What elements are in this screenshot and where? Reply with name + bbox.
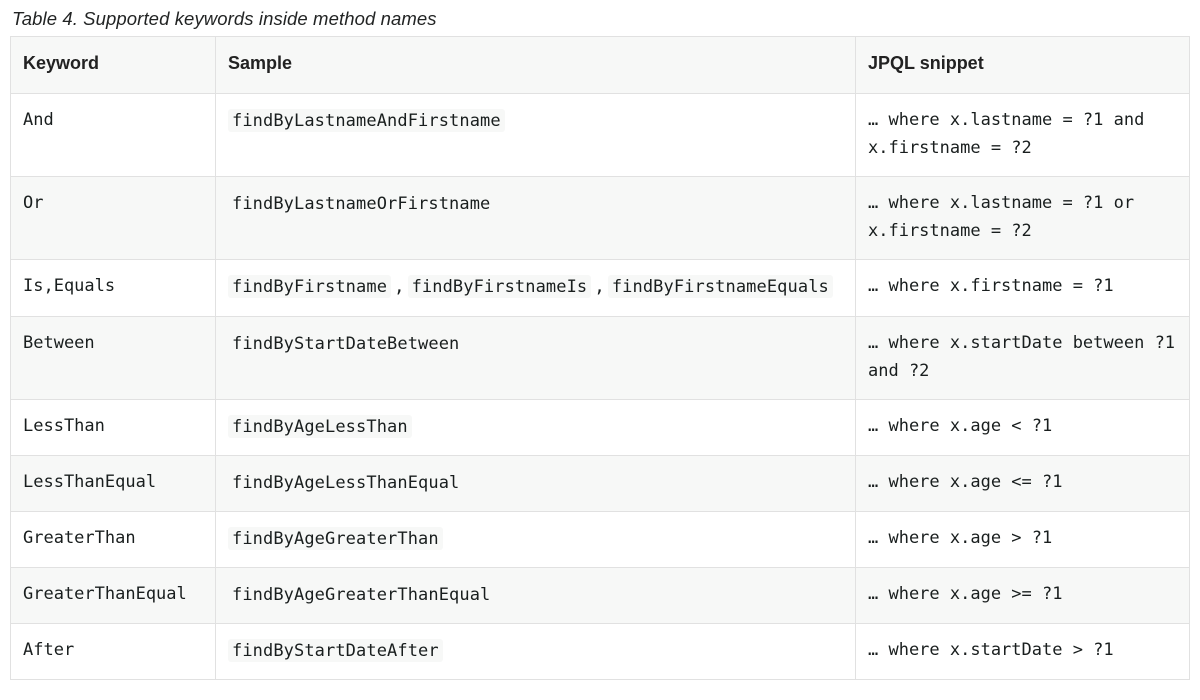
cell-keyword: LessThan bbox=[11, 399, 216, 455]
table-row: GreaterThanEqual findByAgeGreaterThanEqua… bbox=[11, 567, 1190, 623]
sample-code: findByStartDateAfter bbox=[228, 639, 443, 662]
cell-keyword: GreaterThanEqual bbox=[11, 567, 216, 623]
sample-code: findByLastnameAndFirstname bbox=[228, 109, 505, 132]
sample-code: findByAgeLessThanEqual bbox=[228, 471, 463, 494]
cell-sample: findByLastnameAndFirstname bbox=[216, 93, 856, 176]
sample-code: findByAgeGreaterThan bbox=[228, 527, 443, 550]
table-row: After findByStartDateAfter … where x.start… bbox=[11, 624, 1190, 680]
cell-jpql: … where x.age < ?1 bbox=[856, 399, 1190, 455]
table-row: Or findByLastnameOrFirstname … where x.las… bbox=[11, 176, 1190, 259]
cell-keyword: After bbox=[11, 624, 216, 680]
sample-separator: , bbox=[591, 277, 608, 297]
sample-code: findByAgeGreaterThanEqual bbox=[228, 583, 494, 606]
sample-code: findByFirstnameIs bbox=[408, 275, 592, 298]
table-row: LessThanEqual findByAgeLessThanEqual … whe… bbox=[11, 455, 1190, 511]
sample-code: findByStartDateBetween bbox=[228, 332, 463, 355]
table-row: GreaterThan findByAgeGreaterThan … where x… bbox=[11, 511, 1190, 567]
cell-jpql: … where x.startDate > ?1 bbox=[856, 624, 1190, 680]
table-row: And findByLastnameAndFirstname … where x.l… bbox=[11, 93, 1190, 176]
sample-code: findByFirstname bbox=[228, 275, 391, 298]
sample-separator: , bbox=[391, 277, 408, 297]
sample-code: findByLastnameOrFirstname bbox=[228, 192, 494, 215]
cell-sample: findByStartDateAfter bbox=[216, 624, 856, 680]
cell-jpql: … where x.startDate between ?1 and ?2 bbox=[856, 316, 1190, 399]
cell-sample: findByLastnameOrFirstname bbox=[216, 176, 856, 259]
cell-keyword: Is,Equals bbox=[11, 259, 216, 316]
cell-jpql: … where x.age > ?1 bbox=[856, 511, 1190, 567]
table-row: LessThan findByAgeLessThan … where x.age <… bbox=[11, 399, 1190, 455]
table-caption: Table 4. Supported keywords inside metho… bbox=[12, 8, 1190, 30]
cell-jpql: … where x.age >= ?1 bbox=[856, 567, 1190, 623]
col-header-keyword: Keyword bbox=[11, 37, 216, 94]
table-row: Is,EqualsfindByFirstname,findByFirstname… bbox=[11, 259, 1190, 316]
cell-keyword: Or bbox=[11, 176, 216, 259]
cell-sample: findByAgeLessThan bbox=[216, 399, 856, 455]
cell-keyword: And bbox=[11, 93, 216, 176]
cell-jpql: … where x.age <= ?1 bbox=[856, 455, 1190, 511]
cell-keyword: GreaterThan bbox=[11, 511, 216, 567]
cell-sample: findByAgeLessThanEqual bbox=[216, 455, 856, 511]
sample-code: findByFirstnameEquals bbox=[608, 275, 833, 298]
col-header-jpql: JPQL snippet bbox=[856, 37, 1190, 94]
cell-jpql: … where x.lastname = ?1 and x.firstname … bbox=[856, 93, 1190, 176]
table-row: Between findByStartDateBetween … where x.s… bbox=[11, 316, 1190, 399]
cell-sample: findByAgeGreaterThanEqual bbox=[216, 567, 856, 623]
sample-code: findByAgeLessThan bbox=[228, 415, 412, 438]
cell-sample: findByStartDateBetween bbox=[216, 316, 856, 399]
cell-jpql: … where x.lastname = ?1 or x.firstname =… bbox=[856, 176, 1190, 259]
table-header-row: Keyword Sample JPQL snippet bbox=[11, 37, 1190, 94]
cell-jpql: … where x.firstname = ?1 bbox=[856, 259, 1190, 316]
cell-sample: findByFirstname,findByFirstnameIs,findBy… bbox=[216, 259, 856, 316]
cell-sample: findByAgeGreaterThan bbox=[216, 511, 856, 567]
cell-keyword: LessThanEqual bbox=[11, 455, 216, 511]
col-header-sample: Sample bbox=[216, 37, 856, 94]
cell-keyword: Between bbox=[11, 316, 216, 399]
keywords-table: Keyword Sample JPQL snippet And findByLas… bbox=[10, 36, 1190, 680]
